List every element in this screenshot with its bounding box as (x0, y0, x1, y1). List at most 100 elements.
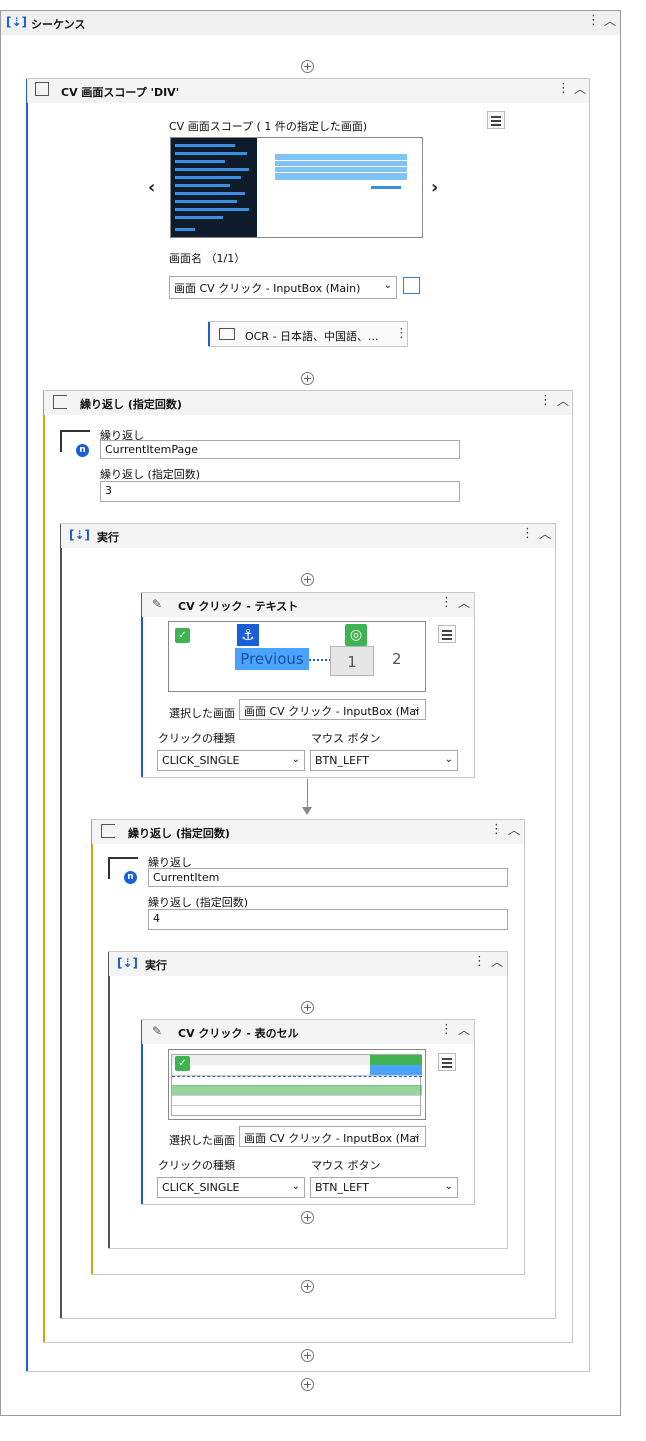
more-options-icon[interactable]: ⋮ (440, 1023, 453, 1037)
add-activity-icon[interactable]: + (301, 1280, 314, 1293)
selected-screen-select[interactable]: 画面 CV クリック - InputBox (Mai ⌄ (239, 699, 426, 720)
cv-scope-icon (35, 82, 49, 96)
previous-target-text: Previous (235, 648, 309, 670)
cv-scope-title: CV 画面スコープ 'DIV' (61, 86, 180, 99)
cv-scope-header[interactable]: CV 画面スコープ 'DIV' ⋮ ︿ (27, 79, 589, 103)
inner-loop-header[interactable]: 繰り返し (指定回数) ⋮ ︿ (92, 820, 524, 844)
loop-count-input[interactable]: 3 (100, 481, 460, 502)
more-options-icon[interactable]: ⋮ (539, 394, 552, 408)
add-activity-icon[interactable]: + (301, 1211, 314, 1224)
checkmark-icon: ✓ (175, 1056, 190, 1071)
collapse-icon[interactable]: ︿ (539, 527, 551, 541)
mouse-button-value: BTN_LEFT (315, 1181, 369, 1194)
outer-do-title: 実行 (97, 531, 119, 544)
chevron-down-icon: ⌄ (412, 703, 421, 714)
chevron-down-icon: ⌄ (444, 1181, 453, 1192)
loop-count-label: 繰り返し (指定回数) (148, 896, 249, 909)
add-activity-icon[interactable]: + (301, 60, 314, 73)
loop-var-input[interactable]: CurrentItemPage (100, 440, 460, 459)
loop-var-input[interactable]: CurrentItem (148, 868, 508, 887)
cv-click-cell-header[interactable]: ✎ CV クリック - 表のセル ⋮ ︿ (142, 1020, 474, 1044)
click-icon: ✎ (152, 597, 163, 611)
click-text-preview[interactable]: ✓ ⚓ Previous ◎ 1 2 (168, 621, 426, 692)
click-type-select[interactable]: CLICK_SINGLE ⌄ (157, 750, 305, 771)
loop-count-label: 繰り返し (指定回数) (100, 468, 201, 481)
collapse-icon[interactable]: ︿ (574, 82, 586, 96)
inner-do-title: 実行 (145, 959, 167, 972)
collapse-icon[interactable]: ︿ (557, 394, 569, 408)
collapse-icon[interactable]: ︿ (604, 14, 616, 28)
page-two-label: 2 (392, 650, 402, 668)
collapse-icon[interactable]: ︿ (458, 596, 470, 610)
scope-accent-line (26, 79, 28, 1371)
screen-select-value: 画面 CV クリック - InputBox (Main) (174, 282, 361, 295)
sequence-header[interactable]: [⇣] シーケンス ⋮ ︿ (1, 11, 620, 35)
mouse-button-label: マウス ボタン (311, 1159, 381, 1172)
outer-loop-title: 繰り返し (指定回数) (80, 398, 182, 411)
screen-name-label: 画面名 （1/1） (169, 252, 246, 265)
add-activity-icon[interactable]: + (301, 1001, 314, 1014)
mouse-button-value: BTN_LEFT (315, 754, 369, 767)
loop-icon (101, 824, 115, 838)
outer-do-header[interactable]: [⇣] 実行 ⋮ ︿ (61, 524, 555, 548)
collapse-icon[interactable]: ︿ (508, 823, 520, 837)
loop-icon (53, 395, 67, 409)
selected-screen-value: 画面 CV クリック - InputBox (Mai (244, 705, 420, 718)
ocr-label: OCR - 日本語、中国語、... (245, 330, 379, 343)
collapse-icon[interactable]: ︿ (491, 955, 503, 969)
more-options-icon[interactable]: ⋮ (440, 596, 453, 610)
screen-thumbnail[interactable] (170, 137, 423, 238)
click-icon: ✎ (152, 1024, 163, 1038)
cv-click-text-header[interactable]: ✎ CV クリック - テキスト ⋮ ︿ (142, 593, 474, 617)
add-activity-icon[interactable]: + (301, 573, 314, 586)
edit-icon[interactable] (403, 277, 420, 294)
chevron-left-icon[interactable]: ‹ (148, 177, 155, 198)
selected-screen-label: 選択した画面 (169, 1134, 235, 1147)
more-options-icon[interactable]: ⋮ (587, 14, 600, 28)
add-activity-icon[interactable]: + (301, 372, 314, 385)
collapse-icon[interactable]: ︿ (458, 1023, 470, 1037)
chevron-down-icon: ⌄ (444, 754, 453, 765)
sequence-icon: [⇣] (117, 956, 139, 970)
menu-icon[interactable] (487, 111, 505, 129)
anchor-icon: ⚓ (237, 624, 259, 646)
counter-badge: n (76, 444, 89, 457)
menu-icon[interactable] (438, 1053, 456, 1071)
mouse-button-select[interactable]: BTN_LEFT ⌄ (310, 1177, 458, 1198)
sequence-title: シーケンス (31, 18, 86, 31)
add-activity-icon[interactable]: + (301, 1349, 314, 1362)
inner-do-header[interactable]: [⇣] 実行 ⋮ ︿ (109, 952, 507, 976)
more-options-icon[interactable]: ⋮ (473, 955, 486, 969)
more-options-icon[interactable]: ⋮ (395, 327, 408, 341)
click-type-value: CLICK_SINGLE (162, 754, 240, 767)
screen-select[interactable]: 画面 CV クリック - InputBox (Main) ⌄ (169, 276, 397, 299)
cv-click-cell-title: CV クリック - 表のセル (178, 1027, 299, 1040)
more-options-icon[interactable]: ⋮ (521, 527, 534, 541)
arrow-down-icon (302, 807, 312, 815)
loop-count-input[interactable]: 4 (148, 909, 508, 930)
add-activity-icon[interactable]: + (301, 1378, 314, 1391)
selected-screen-select[interactable]: 画面 CV クリック - InputBox (Mai ⌄ (239, 1126, 426, 1147)
mouse-button-select[interactable]: BTN_LEFT ⌄ (310, 750, 458, 771)
chevron-down-icon: ⌄ (412, 1130, 421, 1141)
cv-click-text-title: CV クリック - テキスト (178, 600, 299, 613)
chevron-down-icon: ⌄ (383, 280, 392, 291)
click-text-accent-line (141, 593, 143, 777)
click-cell-preview[interactable]: ✓ (168, 1049, 426, 1120)
thumbnail-table (275, 154, 407, 180)
chevron-right-icon[interactable]: › (431, 177, 438, 198)
outer-loop-accent-line (43, 391, 45, 1342)
menu-icon[interactable] (438, 625, 456, 643)
flow-connector-line (307, 779, 308, 809)
more-options-icon[interactable]: ⋮ (557, 82, 570, 96)
sequence-icon: [⇣] (69, 528, 91, 542)
ocr-icon (219, 328, 235, 340)
more-options-icon[interactable]: ⋮ (490, 823, 503, 837)
thumbnail-dark-pane (171, 138, 257, 237)
mouse-button-label: マウス ボタン (311, 732, 381, 745)
outer-loop-header[interactable]: 繰り返し (指定回数) ⋮ ︿ (44, 391, 572, 415)
click-type-select[interactable]: CLICK_SINGLE ⌄ (157, 1177, 305, 1198)
click-cell-accent-line (141, 1020, 143, 1204)
ocr-activity[interactable]: OCR - 日本語、中国語、... ⋮ (208, 321, 408, 347)
outer-do-accent-line (60, 524, 62, 1318)
